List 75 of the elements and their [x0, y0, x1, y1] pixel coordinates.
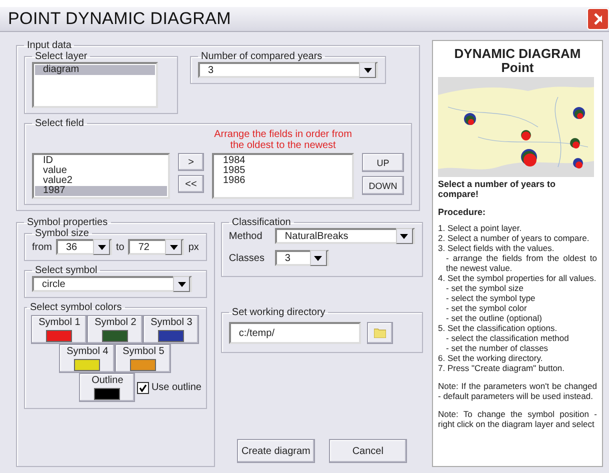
caret-icon: [400, 234, 408, 238]
caret-icon: [314, 256, 322, 260]
color-button[interactable]: Symbol 3: [143, 315, 200, 344]
caret-icon: [178, 282, 186, 286]
procedure-step: 3. Select fields with the values.: [438, 243, 597, 253]
list-item[interactable]: value2: [35, 176, 167, 186]
remove-all-button[interactable]: <<: [178, 175, 204, 193]
color-button[interactable]: Symbol 4: [59, 344, 116, 373]
procedure-step: 6. Set the working directory.: [438, 353, 597, 363]
list-item[interactable]: 1984: [215, 156, 351, 166]
to-label: to: [116, 242, 124, 252]
group-label: Select layer: [34, 51, 88, 62]
group-label: Select symbol colors: [29, 302, 123, 313]
directory-field[interactable]: c:/temp/: [228, 322, 361, 344]
add-button[interactable]: >: [178, 153, 204, 171]
down-button[interactable]: DOWN: [362, 176, 404, 195]
color-button[interactable]: Outline: [79, 373, 136, 402]
procedure-substep: - arrange the fields from the oldest to the newest value.: [445, 253, 597, 273]
list-item[interactable]: value: [35, 166, 167, 176]
hint-text: Arrange the fields in order from the oldest to the newest: [213, 129, 353, 151]
group-label: Select field: [34, 118, 85, 129]
close-icon: [594, 13, 602, 25]
group-label: Input data: [26, 40, 72, 51]
dropdown[interactable]: 3: [274, 250, 329, 266]
dropdown[interactable]: NaturalBreaks: [274, 228, 415, 244]
dropdown[interactable]: 72: [128, 239, 184, 255]
unit-label: px: [188, 242, 199, 252]
procedure-step: 1. Select a point layer.: [438, 223, 597, 233]
browse-button[interactable]: [366, 322, 393, 344]
caret-icon: [364, 68, 372, 72]
procedure-heading: Procedure:: [438, 207, 487, 217]
help-title: DYNAMIC DIAGRAM: [453, 47, 582, 61]
caret-icon: [98, 244, 106, 250]
procedure-substep: - select the symbol type: [445, 293, 536, 303]
color-button[interactable]: Symbol 1: [31, 315, 88, 344]
color-button[interactable]: Symbol 5: [115, 344, 172, 373]
procedure-step: 2. Select a number of years to compare.: [438, 233, 597, 243]
group-label: Set working directory: [230, 307, 326, 318]
list-item[interactable]: 1986: [215, 176, 351, 186]
group-label: Symbol properties: [26, 217, 109, 228]
window-title: POINT DYNAMIC DIAGRAM: [8, 9, 232, 29]
procedure-step: 7. Press "Create diagram" button.: [438, 363, 597, 373]
procedure-substep: - set the symbol color: [445, 303, 528, 313]
dropdown[interactable]: 36: [56, 239, 112, 255]
use-outline-checkbox[interactable]: Use outline: [137, 382, 202, 394]
caret-icon: [170, 244, 178, 250]
group-label: Classification: [230, 217, 292, 228]
help-note: Note: If the parameters won't be changed - default parameters will be used instead.: [438, 381, 597, 401]
procedure-substep: - set the symbol size: [445, 283, 524, 293]
procedure-step: 5. Set the classification options.: [438, 323, 597, 333]
procedure-substep: - set the number of classes: [445, 343, 550, 353]
list-item[interactable]: 1987: [35, 186, 167, 196]
from-label: from: [32, 242, 52, 252]
group-label: Symbol size: [34, 228, 90, 239]
up-button[interactable]: UP: [362, 153, 404, 172]
dropdown[interactable]: 3: [198, 62, 378, 78]
color-button[interactable]: Symbol 2: [87, 315, 144, 344]
classes-label: Classes: [228, 252, 265, 264]
group-label: Select symbol: [34, 265, 98, 276]
dialog-button[interactable]: Create diagram: [236, 439, 315, 463]
help-note: Note: To change the symbol position - right click on the diagram layer and select: [438, 409, 597, 429]
list-item[interactable]: 1985: [215, 166, 351, 176]
dialog-button[interactable]: Cancel: [328, 439, 407, 463]
dropdown[interactable]: circle: [32, 276, 192, 292]
help-headline: Select a number of years to compare!: [438, 179, 557, 199]
procedure-substep: - set the outline (optional): [445, 313, 543, 323]
close-button[interactable]: [587, 8, 609, 30]
procedure-step: 4. Set the symbol properties for all values.: [438, 273, 597, 283]
help-title: Point: [500, 61, 535, 75]
method-label: Method: [228, 230, 264, 242]
list-item[interactable]: ID: [35, 156, 167, 166]
folder-icon: [374, 328, 386, 338]
list-item[interactable]: diagram: [35, 65, 155, 75]
procedure-substep: - select the classification method: [445, 333, 570, 343]
group-label: Number of compared years: [200, 51, 324, 62]
